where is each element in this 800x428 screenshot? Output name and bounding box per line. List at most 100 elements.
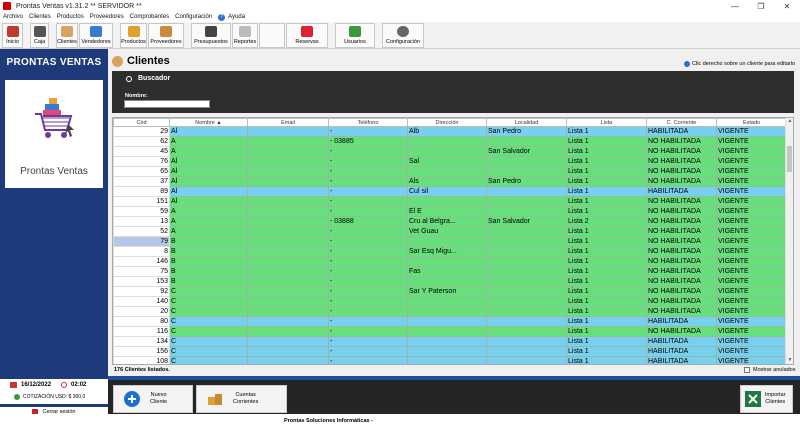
- cell-localidad: [486, 306, 567, 317]
- clientes-button[interactable]: Clientes: [56, 23, 78, 48]
- cell-lista: Lista 1: [566, 226, 647, 237]
- col-localidad[interactable]: Localidad: [486, 118, 567, 127]
- cell-direccion: Sar Esq Migu...: [407, 246, 487, 257]
- cell-direccion: Alb: [407, 126, 487, 137]
- reservas-button[interactable]: Reservas: [286, 23, 328, 48]
- cell-lista: Lista 1: [566, 196, 647, 207]
- menu-clientes[interactable]: Clientes: [29, 14, 51, 20]
- col-estado[interactable]: Estado: [716, 118, 787, 127]
- table-row[interactable]: 146 B - Lista 1 NO HABILITADA VIGENTE: [113, 256, 787, 267]
- accounts-button[interactable]: Cuentas Corrientes: [196, 385, 287, 413]
- cell-direccion: [407, 306, 487, 317]
- table-row[interactable]: 65 Al - Lista 1 NO HABILITADA VIGENTE: [113, 166, 787, 177]
- cell-nombre: A: [169, 206, 248, 217]
- proveedores-button[interactable]: Proveedores: [148, 23, 184, 48]
- cell-cuenta-corriente: NO HABILITADA: [646, 286, 717, 297]
- cell-nombre: Al: [169, 126, 248, 137]
- table-row[interactable]: 52 A - Vet Guau Lista 1 NO HABILITADA VIGENTE: [113, 226, 787, 237]
- cell-estado: VIGENTE: [716, 126, 787, 137]
- cell-cod: 116: [113, 326, 170, 337]
- table-row[interactable]: 140 C - Lista 1 NO HABILITADA VIGENTE: [113, 296, 787, 307]
- table-row[interactable]: 134 C - Lista 1 HABILITADA VIGENTE: [113, 336, 787, 347]
- table-row[interactable]: 29 Al - Alb San Pedro Lista 1 HABILITADA VIGENT…: [113, 126, 787, 137]
- menu-configuracion[interactable]: Configuración: [175, 14, 212, 20]
- menu-proveedores[interactable]: Proveedores: [90, 14, 124, 20]
- scroll-down-icon[interactable]: ▼: [786, 357, 793, 364]
- cell-localidad: San Salvador: [486, 146, 567, 157]
- col-telefono[interactable]: Teléfono: [328, 118, 408, 127]
- show-annulled-toggle[interactable]: Mostrar anulados: [744, 367, 796, 373]
- col-cuenta-corriente[interactable]: C. Corriente: [646, 118, 717, 127]
- vendedores-button[interactable]: Vendedores: [79, 23, 113, 48]
- col-nombre[interactable]: Nombre ▲: [169, 118, 248, 127]
- productos-button[interactable]: Productos: [120, 23, 147, 48]
- cell-nombre: C: [169, 356, 248, 364]
- configuracion-button[interactable]: Configuración: [382, 23, 424, 48]
- cell-direccion: [407, 166, 487, 177]
- table-row[interactable]: 116 C - Lista 1 NO HABILITADA VIGENTE: [113, 326, 787, 337]
- scroll-up-icon[interactable]: ▲: [786, 118, 793, 125]
- cell-telefono: -: [328, 256, 408, 267]
- table-row[interactable]: 37 Al - Als San Pedro Lista 1 NO HABILITADA VIG…: [113, 176, 787, 187]
- suppliers-icon: [160, 26, 172, 37]
- cell-nombre: C: [169, 286, 248, 297]
- name-search-input[interactable]: [124, 100, 210, 108]
- menu-productos[interactable]: Productos: [57, 14, 84, 20]
- table-row[interactable]: 75 B - Fas Lista 1 NO HABILITADA VIGENTE: [113, 266, 787, 277]
- table-row[interactable]: 80 C - Lista 1 HABILITADA VIGENTE: [113, 316, 787, 327]
- table-row[interactable]: 13 A - 03888 Cru al Belgra... San Salvador Li…: [113, 216, 787, 227]
- show-annulled-checkbox[interactable]: [744, 367, 750, 373]
- cell-localidad: [486, 136, 567, 147]
- page-title-text: Clientes: [127, 55, 170, 67]
- table-row[interactable]: 156 C - Lista 1 HABILITADA VIGENTE: [113, 346, 787, 357]
- inicio-button[interactable]: Inicio: [2, 23, 23, 48]
- minimize-button[interactable]: —: [722, 0, 748, 12]
- cell-nombre: C: [169, 316, 248, 327]
- menu-archivo[interactable]: Archivo: [3, 14, 23, 20]
- cell-cod: 65: [113, 166, 170, 177]
- caja-button[interactable]: Caja: [30, 23, 49, 48]
- cell-telefono: -: [328, 176, 408, 187]
- close-button[interactable]: ✕: [774, 0, 800, 12]
- new-client-button[interactable]: Nuevo Cliente: [113, 385, 193, 413]
- table-row[interactable]: 62 A - 03885 Lista 1 NO HABILITADA VIGENTE: [113, 136, 787, 147]
- scroll-thumb[interactable]: [787, 146, 792, 172]
- logo-text: Prontas Ventas: [20, 166, 88, 177]
- maximize-button[interactable]: ❐: [748, 0, 774, 12]
- table-row[interactable]: 59 A - El E Lista 1 NO HABILITADA VIGENTE: [113, 206, 787, 217]
- table-row[interactable]: 92 C - Sar Y Paterson Lista 1 NO HABILITADA VI…: [113, 286, 787, 297]
- table-row[interactable]: 45 A - San Salvador Lista 1 NO HABILITADA VIGE…: [113, 146, 787, 157]
- table-row[interactable]: 89 Al - Cul sil Lista 1 HABILITADA VIGENTE: [113, 186, 787, 197]
- col-lista[interactable]: Lista: [566, 118, 647, 127]
- usuarios-button[interactable]: Usuarios: [335, 23, 375, 48]
- cell-direccion: [407, 196, 487, 207]
- menu-comprobantes[interactable]: Comprobantes: [130, 14, 169, 20]
- col-email[interactable]: Email: [247, 118, 329, 127]
- home-icon: [6, 26, 19, 37]
- table-row[interactable]: 153 B - Lista 1 NO HABILITADA VIGENTE: [113, 276, 787, 287]
- cell-nombre: A: [169, 146, 248, 157]
- menu-ayuda[interactable]: Ayuda: [228, 14, 245, 20]
- plus-icon: [124, 391, 140, 407]
- presupuestos-button[interactable]: Presupuestos: [191, 23, 231, 48]
- col-cod[interactable]: Cód: [113, 118, 170, 127]
- reportes-button[interactable]: Reportes: [232, 23, 258, 48]
- cell-cuenta-corriente: NO HABILITADA: [646, 166, 717, 177]
- cell-localidad: [486, 246, 567, 257]
- table-row[interactable]: 8 B - Sar Esq Migu... Lista 1 NO HABILITADA VI…: [113, 246, 787, 257]
- cell-lista: Lista 1: [566, 316, 647, 327]
- import-clients-button[interactable]: Importar Clientes: [740, 385, 793, 413]
- table-row[interactable]: 108 C - Lista 1 HABILITADA VIGENTE: [113, 356, 787, 364]
- cell-nombre: C: [169, 306, 248, 317]
- grid-scrollbar[interactable]: ▲ ▼: [785, 118, 793, 364]
- table-row[interactable]: 151 Al - Lista 1 NO HABILITADA VIGENTE: [113, 196, 787, 207]
- cell-nombre: B: [169, 236, 248, 247]
- table-row[interactable]: 20 C - Lista 1 NO HABILITADA VIGENTE: [113, 306, 787, 317]
- cell-estado: VIGENTE: [716, 326, 787, 337]
- table-row[interactable]: 76 Al - Sal Lista 1 NO HABILITADA VIGENTE: [113, 156, 787, 167]
- col-direccion[interactable]: Dirección: [407, 118, 487, 127]
- cell-estado: VIGENTE: [716, 306, 787, 317]
- cell-localidad: [486, 256, 567, 267]
- table-row[interactable]: 79 B - Lista 1 NO HABILITADA VIGENTE: [113, 236, 787, 247]
- cell-cod: 20: [113, 306, 170, 317]
